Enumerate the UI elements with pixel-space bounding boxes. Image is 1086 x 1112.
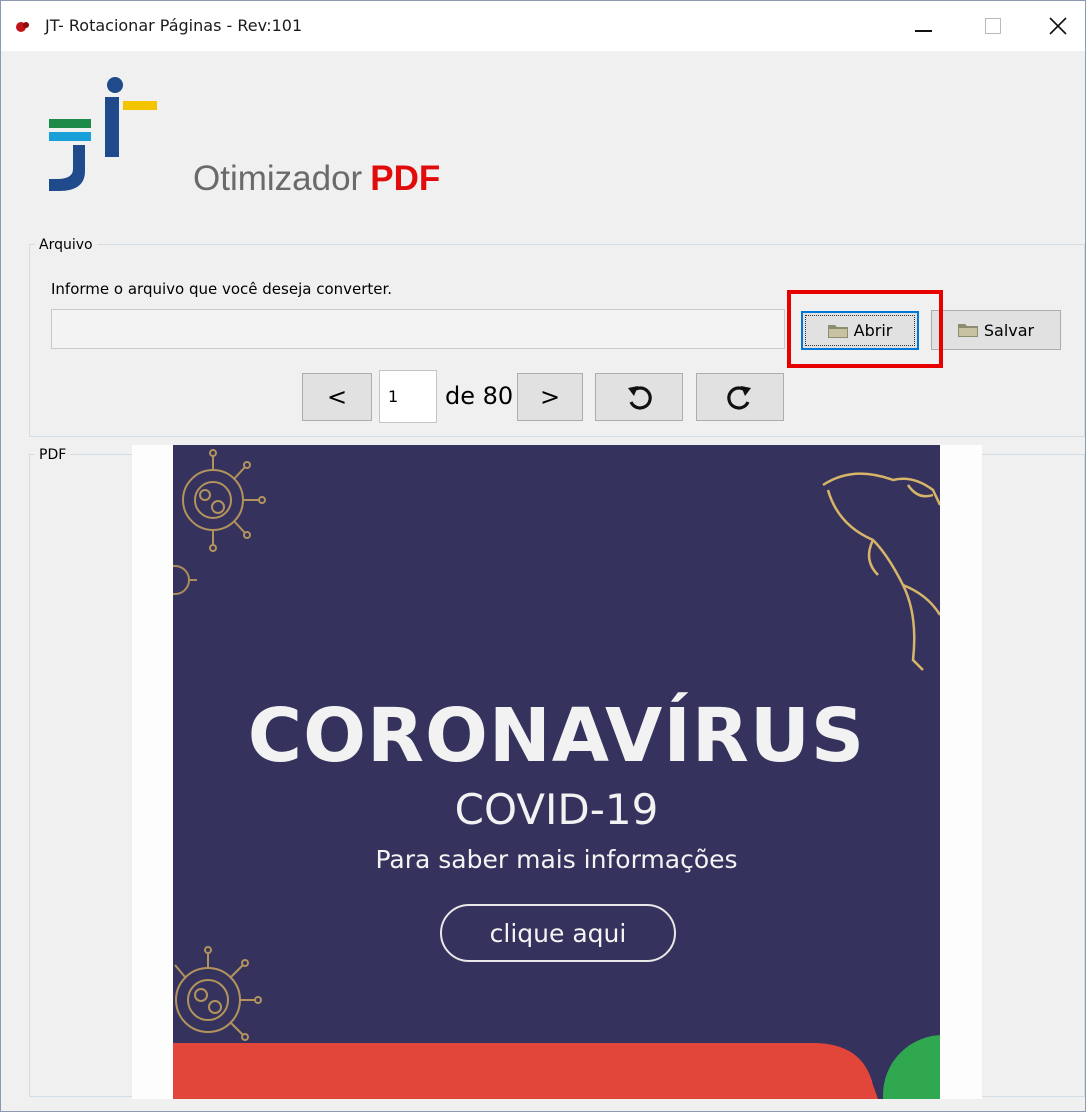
brand-highlight: PDF — [370, 159, 441, 198]
pdf-legend: PDF — [35, 447, 71, 463]
pdf-info-text: Para saber mais informações — [375, 845, 738, 874]
virus-icon — [182, 449, 266, 552]
title-bar: JT- Rotacionar Páginas - Rev:101 — [1, 1, 1085, 51]
close-icon — [1049, 17, 1067, 35]
page-total-label: de 80 — [445, 382, 514, 410]
minimize-button[interactable] — [895, 1, 951, 51]
brand-title: Otimizador PDF — [193, 159, 440, 199]
pdf-subtitle: COVID-19 — [454, 785, 659, 834]
save-button-label: Salvar — [983, 320, 1035, 340]
rotate-right-icon — [727, 386, 751, 410]
map-outline — [822, 472, 940, 671]
rotate-left-button[interactable] — [595, 373, 683, 421]
instruction-label: Informe o arquivo que você deseja conver… — [51, 280, 393, 298]
pdf-title: CORONAVÍRUS — [247, 693, 866, 779]
open-button-label: Abrir — [853, 321, 893, 340]
brand-text: Otimizador — [193, 159, 363, 198]
green-circle-shape — [883, 1035, 940, 1099]
virus-icon — [173, 565, 197, 595]
next-page-button[interactable]: > — [517, 373, 583, 421]
previous-page-button[interactable]: < — [302, 373, 372, 421]
pdf-cta-button: clique aqui — [440, 904, 676, 962]
red-footer-shape — [173, 1043, 878, 1099]
rotate-right-button[interactable] — [696, 373, 784, 421]
rotate-left-icon — [628, 386, 652, 410]
file-path-input[interactable] — [51, 309, 785, 349]
folder-icon — [957, 324, 978, 337]
app-icon — [16, 22, 29, 32]
pdf-page-preview: CORONAVÍRUS COVID-19 Para saber mais inf… — [173, 445, 940, 1099]
maximize-button[interactable] — [963, 1, 1019, 51]
jt-logo-icon — [49, 77, 157, 191]
save-button[interactable]: Salvar — [931, 310, 1061, 350]
app-window: JT- Rotacionar Páginas - Rev:101 Otimiza… — [0, 0, 1086, 1112]
close-button[interactable] — [1029, 1, 1085, 51]
page-number-input[interactable] — [379, 370, 437, 423]
virus-icon — [174, 946, 262, 1041]
folder-icon — [827, 324, 848, 338]
open-button[interactable]: Abrir — [801, 311, 919, 350]
window-title: JT- Rotacionar Páginas - Rev:101 — [45, 16, 303, 35]
arquivo-legend: Arquivo — [35, 237, 97, 253]
